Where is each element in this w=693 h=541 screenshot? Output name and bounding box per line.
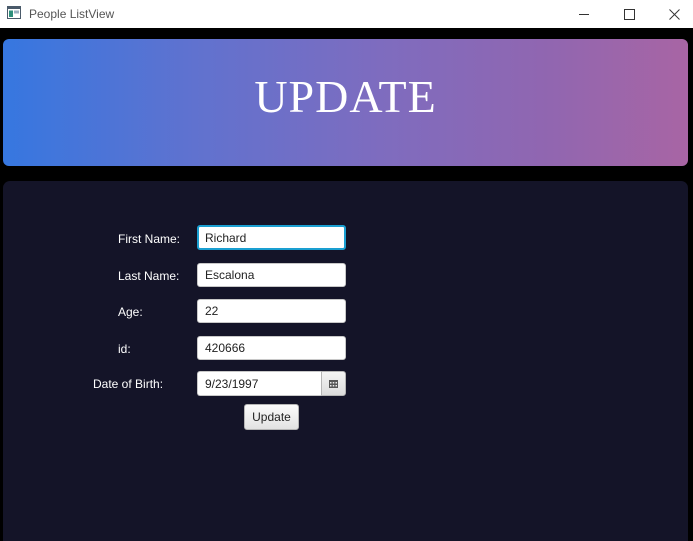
- close-icon: [668, 8, 680, 20]
- maximize-button[interactable]: [606, 0, 652, 28]
- last-name-label: Last Name:: [118, 269, 180, 283]
- id-field[interactable]: [197, 336, 346, 360]
- id-label: id:: [118, 342, 131, 356]
- minimize-icon: [578, 9, 590, 20]
- date-of-birth-picker: [197, 371, 346, 396]
- header-banner: UPDATE: [3, 39, 688, 166]
- age-label: Age:: [118, 305, 143, 319]
- minimize-button[interactable]: [561, 0, 607, 28]
- date-of-birth-field[interactable]: [197, 371, 322, 396]
- maximize-icon: [623, 8, 635, 20]
- app-window: People ListView UPDATE First Name: Last …: [0, 0, 693, 541]
- update-button[interactable]: Update: [244, 404, 299, 430]
- first-name-field[interactable]: [197, 225, 346, 250]
- date-picker-button[interactable]: [321, 371, 346, 396]
- date-of-birth-label: Date of Birth:: [93, 377, 164, 391]
- age-field[interactable]: [197, 299, 346, 323]
- last-name-field[interactable]: [197, 263, 346, 287]
- window-title: People ListView: [29, 7, 115, 21]
- calendar-icon: [329, 375, 338, 393]
- page-title: UPDATE: [254, 71, 437, 122]
- title-bar[interactable]: People ListView: [0, 0, 693, 28]
- app-window-icon: [7, 6, 21, 19]
- close-button[interactable]: [651, 0, 693, 28]
- first-name-label: First Name:: [118, 232, 181, 246]
